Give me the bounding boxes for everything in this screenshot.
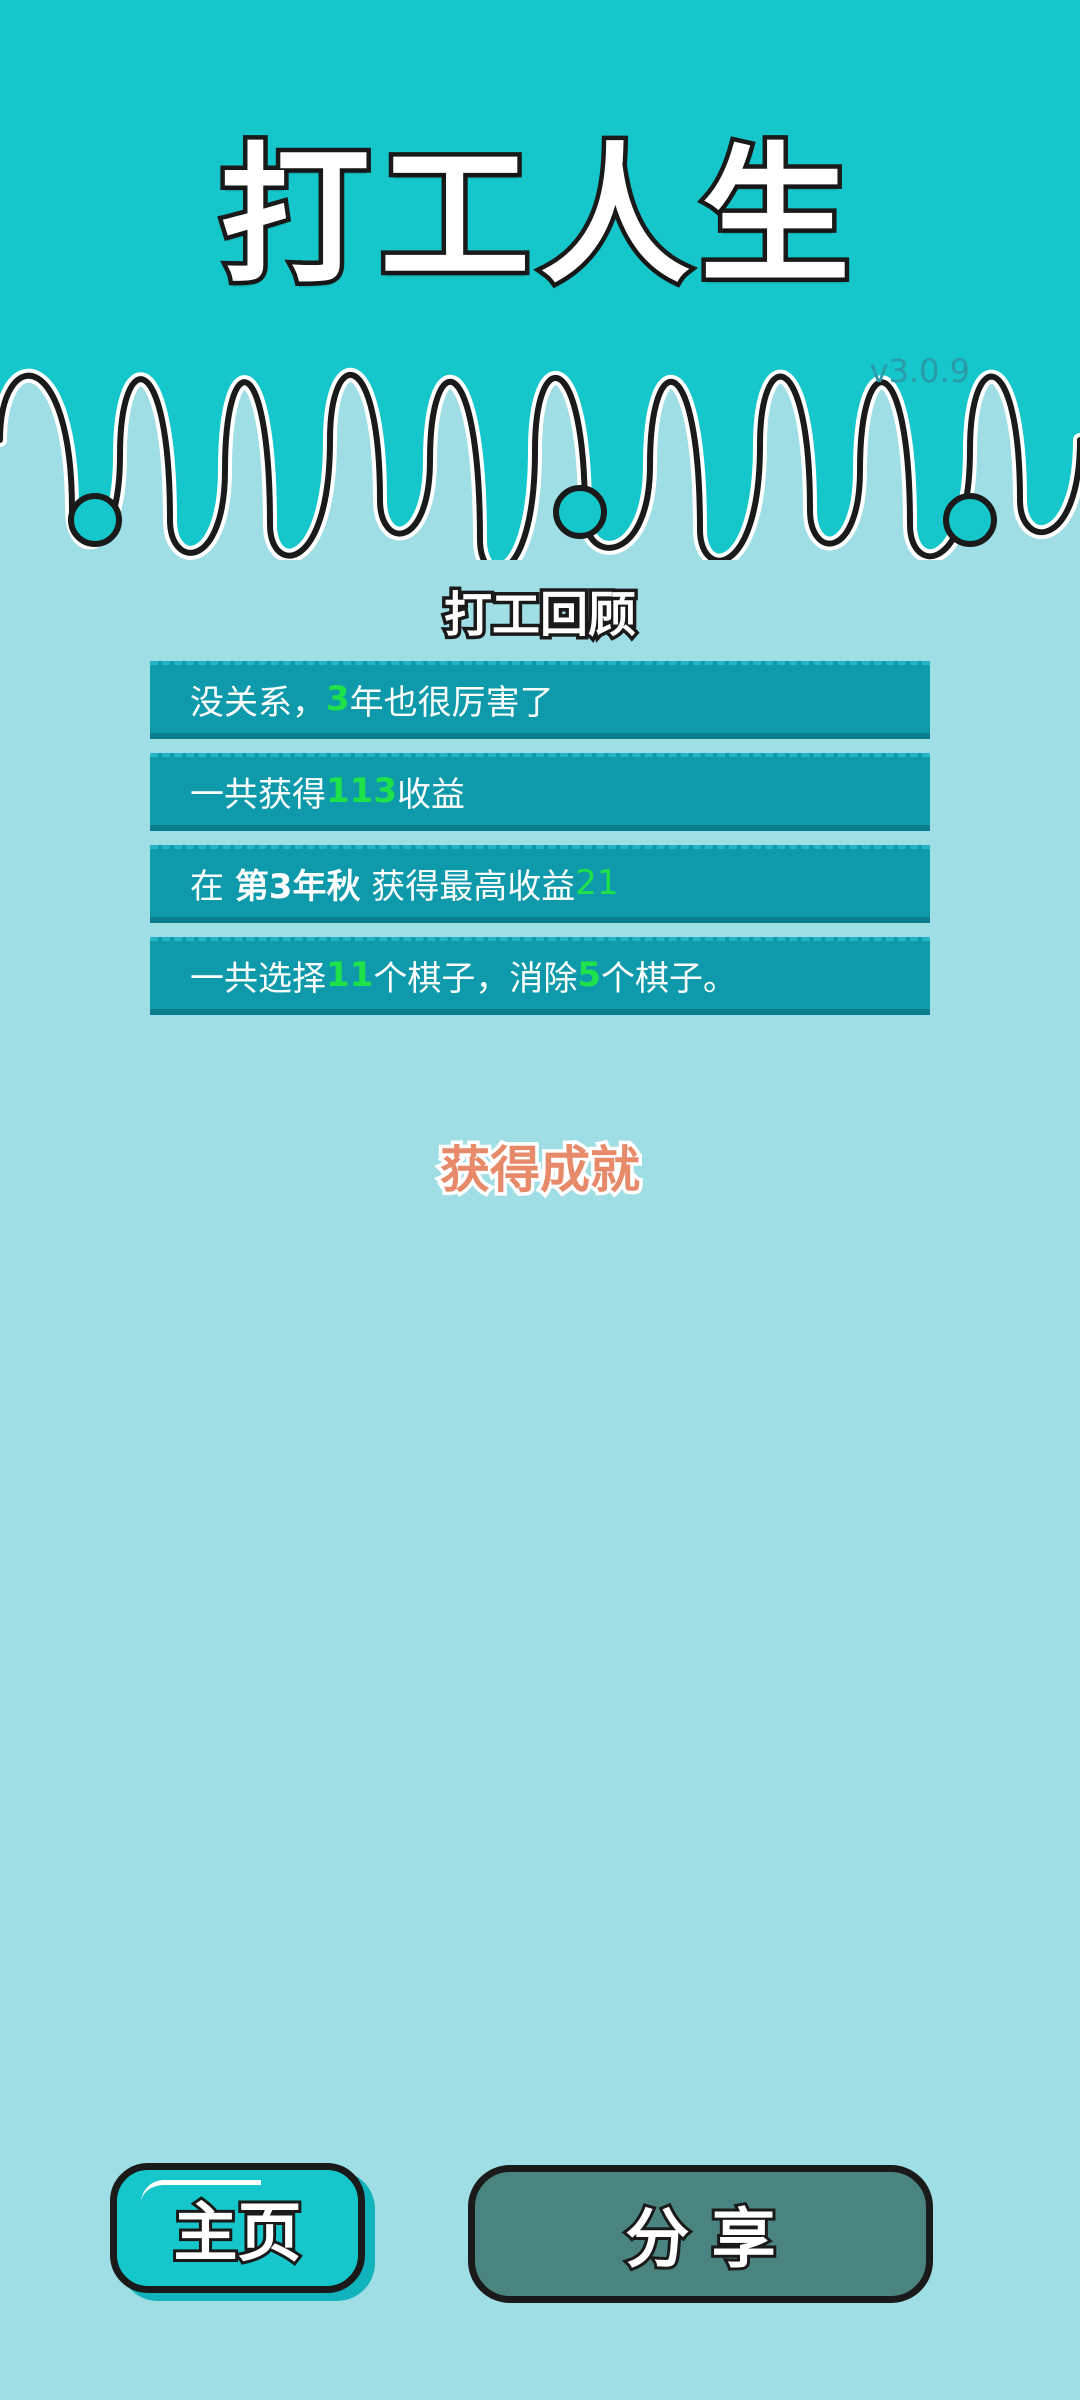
achievements-title: 获得成就 — [437, 1138, 644, 1203]
stat-highlight-years: 3 — [326, 679, 350, 719]
drip-dot — [68, 493, 122, 547]
stat-text: 获得最高收益 — [360, 866, 576, 907]
stat-row-pieces: 一共选择 11 个棋子，消除 5 个棋子。 — [150, 937, 930, 1015]
home-button[interactable]: 主页 — [110, 2163, 365, 2293]
drip-dot — [943, 493, 997, 547]
app-title: 打工人生 — [215, 126, 860, 309]
stat-text: 一共获得 — [190, 774, 326, 815]
drip-dot — [553, 485, 607, 539]
stat-text: 个棋子。 — [601, 958, 737, 999]
stat-text: 年也很厉害了 — [349, 682, 554, 723]
stat-highlight-best: 21 — [575, 863, 619, 903]
share-button-label: 分 享 — [622, 2200, 778, 2280]
review-title: 打工回顾 — [440, 584, 639, 647]
version-label: v3.0.9 — [869, 352, 970, 390]
stat-row-total-income: 一共获得 113 收益 — [150, 753, 930, 831]
review-stats-list: 没关系， 3 年也很厉害了 一共获得 113 收益 在 第3年秋 获得最高收益 21 一共… — [150, 661, 930, 1029]
stat-row-best-income: 在 第3年秋 获得最高收益 21 — [150, 845, 930, 923]
stat-highlight-eliminated: 5 — [577, 955, 601, 995]
stat-text: 个棋子，消除 — [373, 958, 578, 999]
stat-text: 收益 — [396, 774, 465, 815]
stat-highlight-income: 113 — [326, 771, 397, 811]
stat-season: 第3年秋 — [234, 866, 361, 907]
stat-text: 没关系， — [190, 682, 326, 723]
stat-row-years: 没关系， 3 年也很厉害了 — [150, 661, 930, 739]
stat-highlight-selected: 11 — [326, 955, 374, 995]
stat-text: 一共选择 — [190, 958, 326, 999]
stat-text: 在 — [190, 866, 235, 907]
share-button[interactable]: 分 享 — [468, 2165, 933, 2303]
button-shine — [141, 2180, 261, 2203]
